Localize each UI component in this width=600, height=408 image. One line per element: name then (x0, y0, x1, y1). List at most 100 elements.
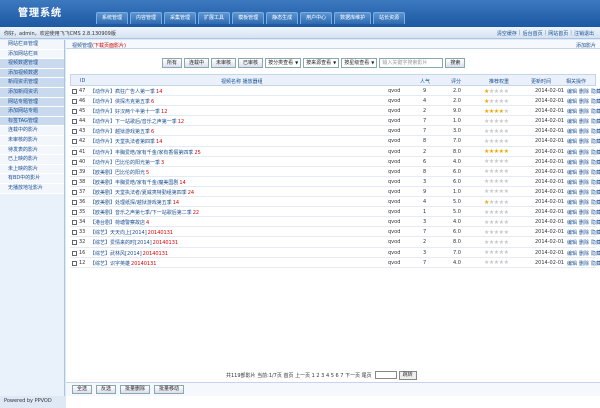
bulk-button[interactable]: 批量移动 (154, 385, 185, 394)
star-icon[interactable]: ★ (504, 158, 509, 165)
row-checkbox[interactable] (72, 159, 77, 165)
delete-link[interactable]: 删除 (579, 180, 589, 186)
row-name[interactable]: 音乐之声第七季/下一站歌后第二季 (115, 210, 192, 216)
row-stars[interactable]: ★★★★★ (484, 259, 509, 266)
star-icon[interactable]: ★ (504, 118, 509, 125)
row-checkbox[interactable] (72, 189, 77, 195)
row-stars[interactable]: ★★★★★ (484, 138, 509, 145)
delete-link[interactable]: 删除 (579, 190, 589, 196)
row-stars[interactable]: ★★★★★ (484, 158, 509, 165)
sidebar-item[interactable]: 已上映的影片 (0, 155, 64, 165)
col-date[interactable]: 更新时间 (531, 78, 551, 85)
row-name[interactable]: 天堂执法者/夏威夷特勤组第四季 (115, 190, 187, 196)
row-name[interactable]: 好汉两个半第十一季 (115, 109, 160, 115)
row-stars[interactable]: ★★★★★ (484, 178, 509, 185)
edit-link[interactable]: 编辑 (567, 190, 577, 196)
star-icon[interactable]: ★ (504, 128, 509, 135)
nav-tab[interactable]: 用户中心 (300, 12, 333, 24)
row-stars[interactable]: ★★★★★ (484, 249, 509, 256)
row-stars[interactable]: ★★★★★ (484, 199, 509, 206)
hide-link[interactable]: 隐藏 (591, 139, 600, 145)
sidebar-item[interactable]: 未上映的影片 (0, 164, 64, 175)
sidebar-item[interactable]: 网站栏目管理 (0, 40, 64, 50)
hide-link[interactable]: 隐藏 (591, 190, 600, 196)
delete-link[interactable]: 删除 (579, 150, 589, 156)
delete-link[interactable]: 删除 (579, 220, 589, 226)
delete-link[interactable]: 删除 (579, 251, 589, 257)
hide-link[interactable]: 隐藏 (591, 170, 600, 176)
star-icon[interactable]: ★ (504, 249, 509, 256)
delete-link[interactable]: 删除 (579, 139, 589, 145)
hide-link[interactable]: 隐藏 (591, 200, 600, 206)
edit-link[interactable]: 编辑 (567, 109, 577, 115)
row-name[interactable]: 越狱游戏第五季 (115, 129, 150, 135)
edit-link[interactable]: 编辑 (567, 200, 577, 206)
edit-link[interactable]: 编辑 (567, 261, 577, 267)
edit-link[interactable]: 编辑 (567, 180, 577, 186)
row-name[interactable]: 武林风[2014] (110, 251, 142, 257)
sidebar-item[interactable]: 添加视频数据 (0, 68, 64, 79)
star-icon[interactable]: ★ (504, 188, 509, 195)
row-name[interactable]: 疯狂广告人第一季 (115, 89, 155, 95)
row-checkbox[interactable] (72, 89, 77, 94)
hide-link[interactable]: 隐藏 (591, 261, 600, 267)
row-title[interactable]: 【综艺】武林风[2014]20140131 (90, 250, 168, 257)
nav-tab[interactable]: 内容管理 (130, 12, 163, 24)
row-checkbox[interactable] (72, 230, 77, 236)
edit-link[interactable]: 编辑 (567, 210, 577, 216)
hide-link[interactable]: 隐藏 (591, 99, 600, 105)
row-checkbox[interactable] (72, 250, 77, 256)
delete-link[interactable]: 删除 (579, 240, 589, 246)
star-icon[interactable]: ★ (504, 199, 509, 206)
filter-button[interactable]: 已审核 (238, 58, 264, 68)
sidebar-item[interactable]: 待发表的影片 (0, 145, 64, 156)
edit-link[interactable]: 编辑 (567, 170, 577, 176)
row-title[interactable]: 【综艺】爱情来的时[2014]20140131 (90, 239, 178, 246)
edit-link[interactable]: 编辑 (567, 150, 577, 156)
row-title[interactable]: 【动作片】越狱游戏第五季6 (90, 128, 154, 135)
row-stars[interactable]: ★★★★★ (484, 209, 509, 216)
row-title[interactable]: 【综艺】识字英雄20140131 (90, 260, 156, 267)
nav-tab[interactable]: 系统管理 (96, 12, 129, 24)
row-title[interactable]: 【欧美剧】天堂执法者/夏威夷特勤组第四季24 (90, 189, 194, 196)
delete-link[interactable]: 删除 (579, 109, 589, 115)
row-checkbox[interactable] (72, 129, 77, 135)
row-checkbox[interactable] (72, 169, 77, 175)
row-title[interactable]: 【欧美剧】丰胸爱皓/家有千金/魔美国剧14 (90, 179, 186, 186)
star-icon[interactable]: ★ (504, 239, 509, 246)
star-icon[interactable]: ★ (504, 209, 509, 216)
filter-button[interactable]: 连载中 (184, 58, 210, 68)
hide-link[interactable]: 隐藏 (591, 230, 600, 236)
hide-link[interactable]: 隐藏 (591, 150, 600, 156)
row-checkbox[interactable] (72, 149, 77, 155)
row-stars[interactable]: ★★★★★ (484, 219, 509, 226)
edit-link[interactable]: 编辑 (567, 230, 577, 236)
sidebar-item[interactable]: 视频数据管理 (0, 59, 64, 69)
row-title[interactable]: 【动作片】天堂执法者第四季14 (90, 138, 162, 145)
row-name[interactable]: 丰胸爱皓/家有千金/家有香假第四季 (115, 150, 193, 156)
bulk-button[interactable]: 全选 (72, 385, 93, 394)
col-stars[interactable]: 推荐权重 (489, 78, 509, 85)
sidebar-item[interactable]: 无播放地址影片 (0, 183, 64, 194)
row-title[interactable]: 【欧美剧】巴比伦的阳光5 (90, 169, 149, 176)
row-stars[interactable]: ★★★★★ (484, 168, 509, 175)
row-title[interactable]: 【动作片】丰胸爱皓/家有千金/家有香假第四季25 (90, 149, 201, 156)
quick-link[interactable]: 后台首页 (523, 30, 543, 37)
row-checkbox[interactable] (72, 200, 77, 206)
row-checkbox[interactable] (72, 210, 77, 216)
row-stars[interactable]: ★★★★★ (484, 88, 509, 95)
edit-link[interactable]: 编辑 (567, 89, 577, 95)
star-icon[interactable]: ★ (504, 98, 509, 105)
filter-select[interactable]: 按星级查看 ▼ (341, 58, 378, 68)
star-icon[interactable]: ★ (504, 88, 509, 95)
star-icon[interactable]: ★ (504, 138, 509, 145)
row-title[interactable]: 【港台剧】荷塘警察故店4 (90, 219, 149, 226)
edit-link[interactable]: 编辑 (567, 160, 577, 166)
sidebar-item[interactable]: 网站专题管理 (0, 97, 64, 108)
delete-link[interactable]: 删除 (579, 200, 589, 206)
star-icon[interactable]: ★ (504, 259, 509, 266)
row-stars[interactable]: ★★★★★ (484, 229, 509, 236)
row-stars[interactable]: ★★★★★ (484, 128, 509, 135)
row-title[interactable]: 【动作片】巴比伦的阳光第一季3 (90, 159, 164, 166)
row-name[interactable]: 侠探杰克第五季 (115, 99, 150, 105)
